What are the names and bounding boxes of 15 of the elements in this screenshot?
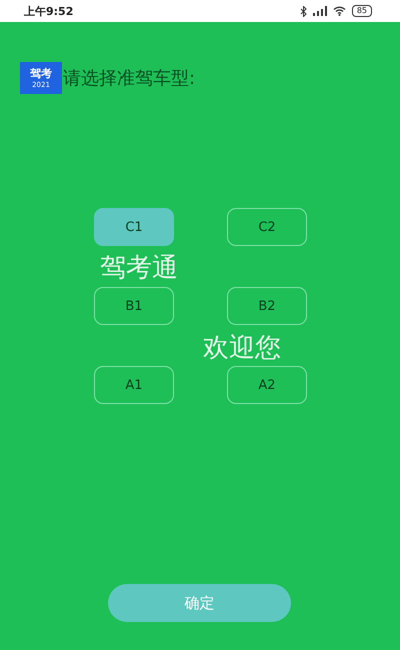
wifi-icon: [332, 6, 346, 16]
license-option[interactable]: A2: [227, 366, 307, 404]
license-option[interactable]: B2: [227, 287, 307, 325]
welcome-text: 驾考通: [100, 252, 178, 285]
logo-title: 驾考: [30, 66, 52, 80]
welcome-text: 欢迎您: [203, 332, 281, 365]
signal-icon: [312, 6, 327, 16]
license-option[interactable]: A1: [94, 366, 174, 404]
license-option[interactable]: B1: [94, 287, 174, 325]
battery-level: 85: [352, 5, 372, 17]
bluetooth-icon: [300, 6, 307, 16]
license-option[interactable]: C1: [94, 208, 174, 246]
status-time: 上午9:52: [24, 4, 74, 18]
license-option[interactable]: C2: [227, 208, 307, 246]
prompt-text: 请选择准驾车型:: [63, 67, 196, 90]
